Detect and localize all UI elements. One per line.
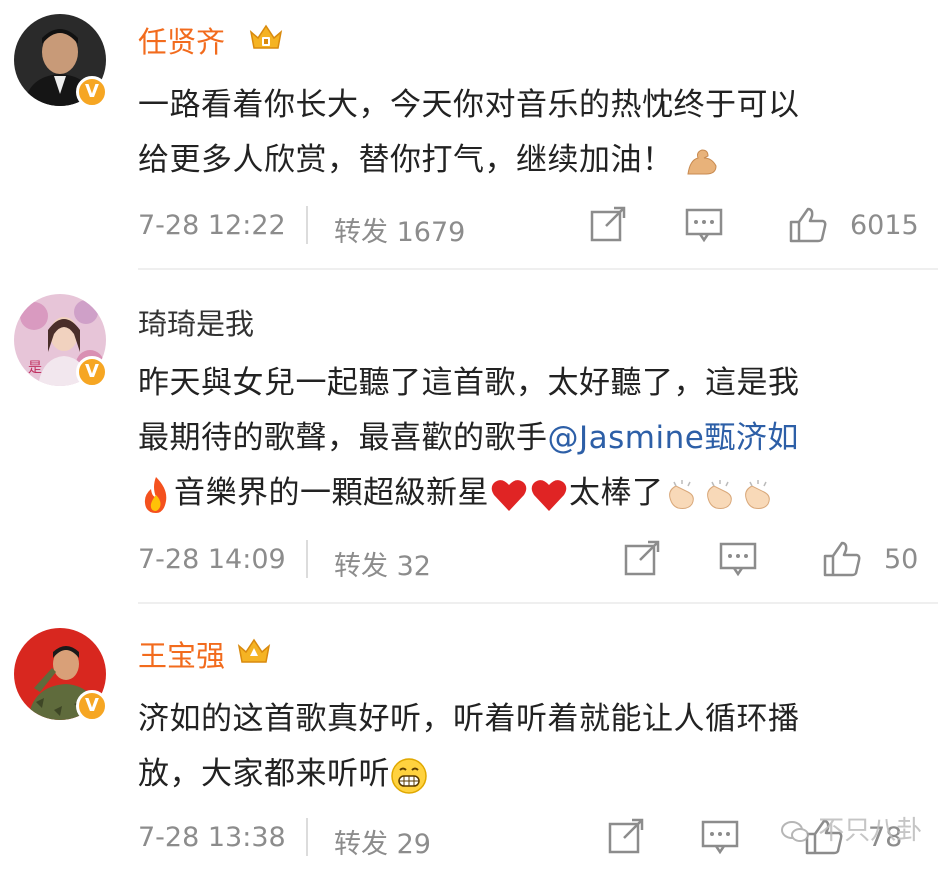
comment-text: 济如的这首歌真好听，听着听着就能让人循环播 放，大家都来听听 — [138, 692, 908, 802]
like-count: 50 — [884, 544, 919, 575]
avatar[interactable]: 是 V — [14, 294, 108, 388]
fire-icon — [144, 476, 167, 513]
comment-text-line: 音樂界的一顆超級新星 — [174, 475, 489, 511]
avatar[interactable]: V — [14, 628, 108, 722]
verified-badge-icon: V — [76, 690, 108, 722]
commenter-name[interactable]: 琦琦是我 — [138, 306, 254, 342]
flexed-biceps-icon — [687, 148, 717, 174]
comment-time: 7-28 12:22 — [138, 210, 286, 241]
divider — [306, 206, 308, 244]
wechat-icon — [781, 820, 809, 842]
repost-count[interactable]: 转发 32 — [334, 544, 431, 583]
red-heart-icon — [531, 479, 567, 511]
comment-text-line: 最期待的歌聲，最喜歡的歌手 — [138, 420, 548, 456]
comment-meta-bar: 7-28 14:09 转发 32 50 — [138, 540, 938, 583]
comment-time: 7-28 14:09 — [138, 544, 286, 575]
comment-text: 昨天與女兒一起聽了這首歌，太好聽了，這是我 最期待的歌聲，最喜歡的歌手@Jasm… — [138, 356, 908, 521]
verified-badge-icon: V — [76, 356, 108, 388]
comment-text-line: 昨天與女兒一起聽了這首歌，太好聽了，這是我 — [138, 365, 800, 401]
red-heart-icon — [491, 479, 527, 511]
comment-meta-bar: 7-28 12:22 转发 1679 6015 — [138, 206, 938, 249]
divider — [138, 268, 938, 270]
watermark-text: 不只八卦 — [818, 816, 923, 846]
vip-crown-icon — [249, 24, 283, 49]
commenter-name[interactable]: 任贤齐 — [138, 24, 225, 60]
vip-crown-icon — [237, 638, 271, 663]
svg-text:是: 是 — [28, 360, 42, 376]
grinning-face-icon — [391, 757, 427, 794]
divider — [306, 540, 308, 578]
commenter-name[interactable]: 王宝强 — [138, 638, 225, 674]
share-icon[interactable] — [606, 818, 646, 856]
watermark: 不只八卦 — [780, 810, 922, 847]
comment-text-line: 放，大家都来听听 — [138, 756, 390, 792]
divider — [138, 602, 938, 604]
clapping-hands-icon — [706, 479, 732, 509]
comment-text-line: 济如的这首歌真好听，听着听着就能让人循环播 — [138, 701, 800, 737]
comment-time: 7-28 13:38 — [138, 822, 286, 853]
repost-count[interactable]: 转发 29 — [334, 822, 431, 861]
divider — [306, 818, 308, 856]
like-icon[interactable] — [822, 540, 862, 578]
comment-text-line: 一路看着你长大，今天你对音乐的热忱终于可以 — [138, 87, 800, 123]
comment-icon[interactable] — [700, 818, 740, 856]
like-count: 6015 — [850, 210, 919, 241]
share-icon[interactable] — [622, 540, 662, 578]
mention-link[interactable]: @Jasmine甄济如 — [548, 420, 799, 456]
comment-icon[interactable] — [718, 540, 758, 578]
comment-icon[interactable] — [684, 206, 724, 244]
verified-badge-icon: V — [76, 76, 108, 108]
comment-text-line: 太棒了 — [569, 475, 664, 511]
clapping-hands-icon — [668, 479, 694, 509]
comment-text-line: 给更多人欣赏，替你打气，继续加油！ — [138, 142, 674, 178]
clapping-hands-icon — [744, 479, 770, 509]
comment-text: 一路看着你长大，今天你对音乐的热忱终于可以 给更多人欣赏，替你打气，继续加油！ — [138, 78, 908, 188]
share-icon[interactable] — [588, 206, 628, 244]
repost-count[interactable]: 转发 1679 — [334, 210, 465, 249]
like-icon[interactable] — [788, 206, 828, 244]
avatar[interactable]: V — [14, 14, 108, 108]
